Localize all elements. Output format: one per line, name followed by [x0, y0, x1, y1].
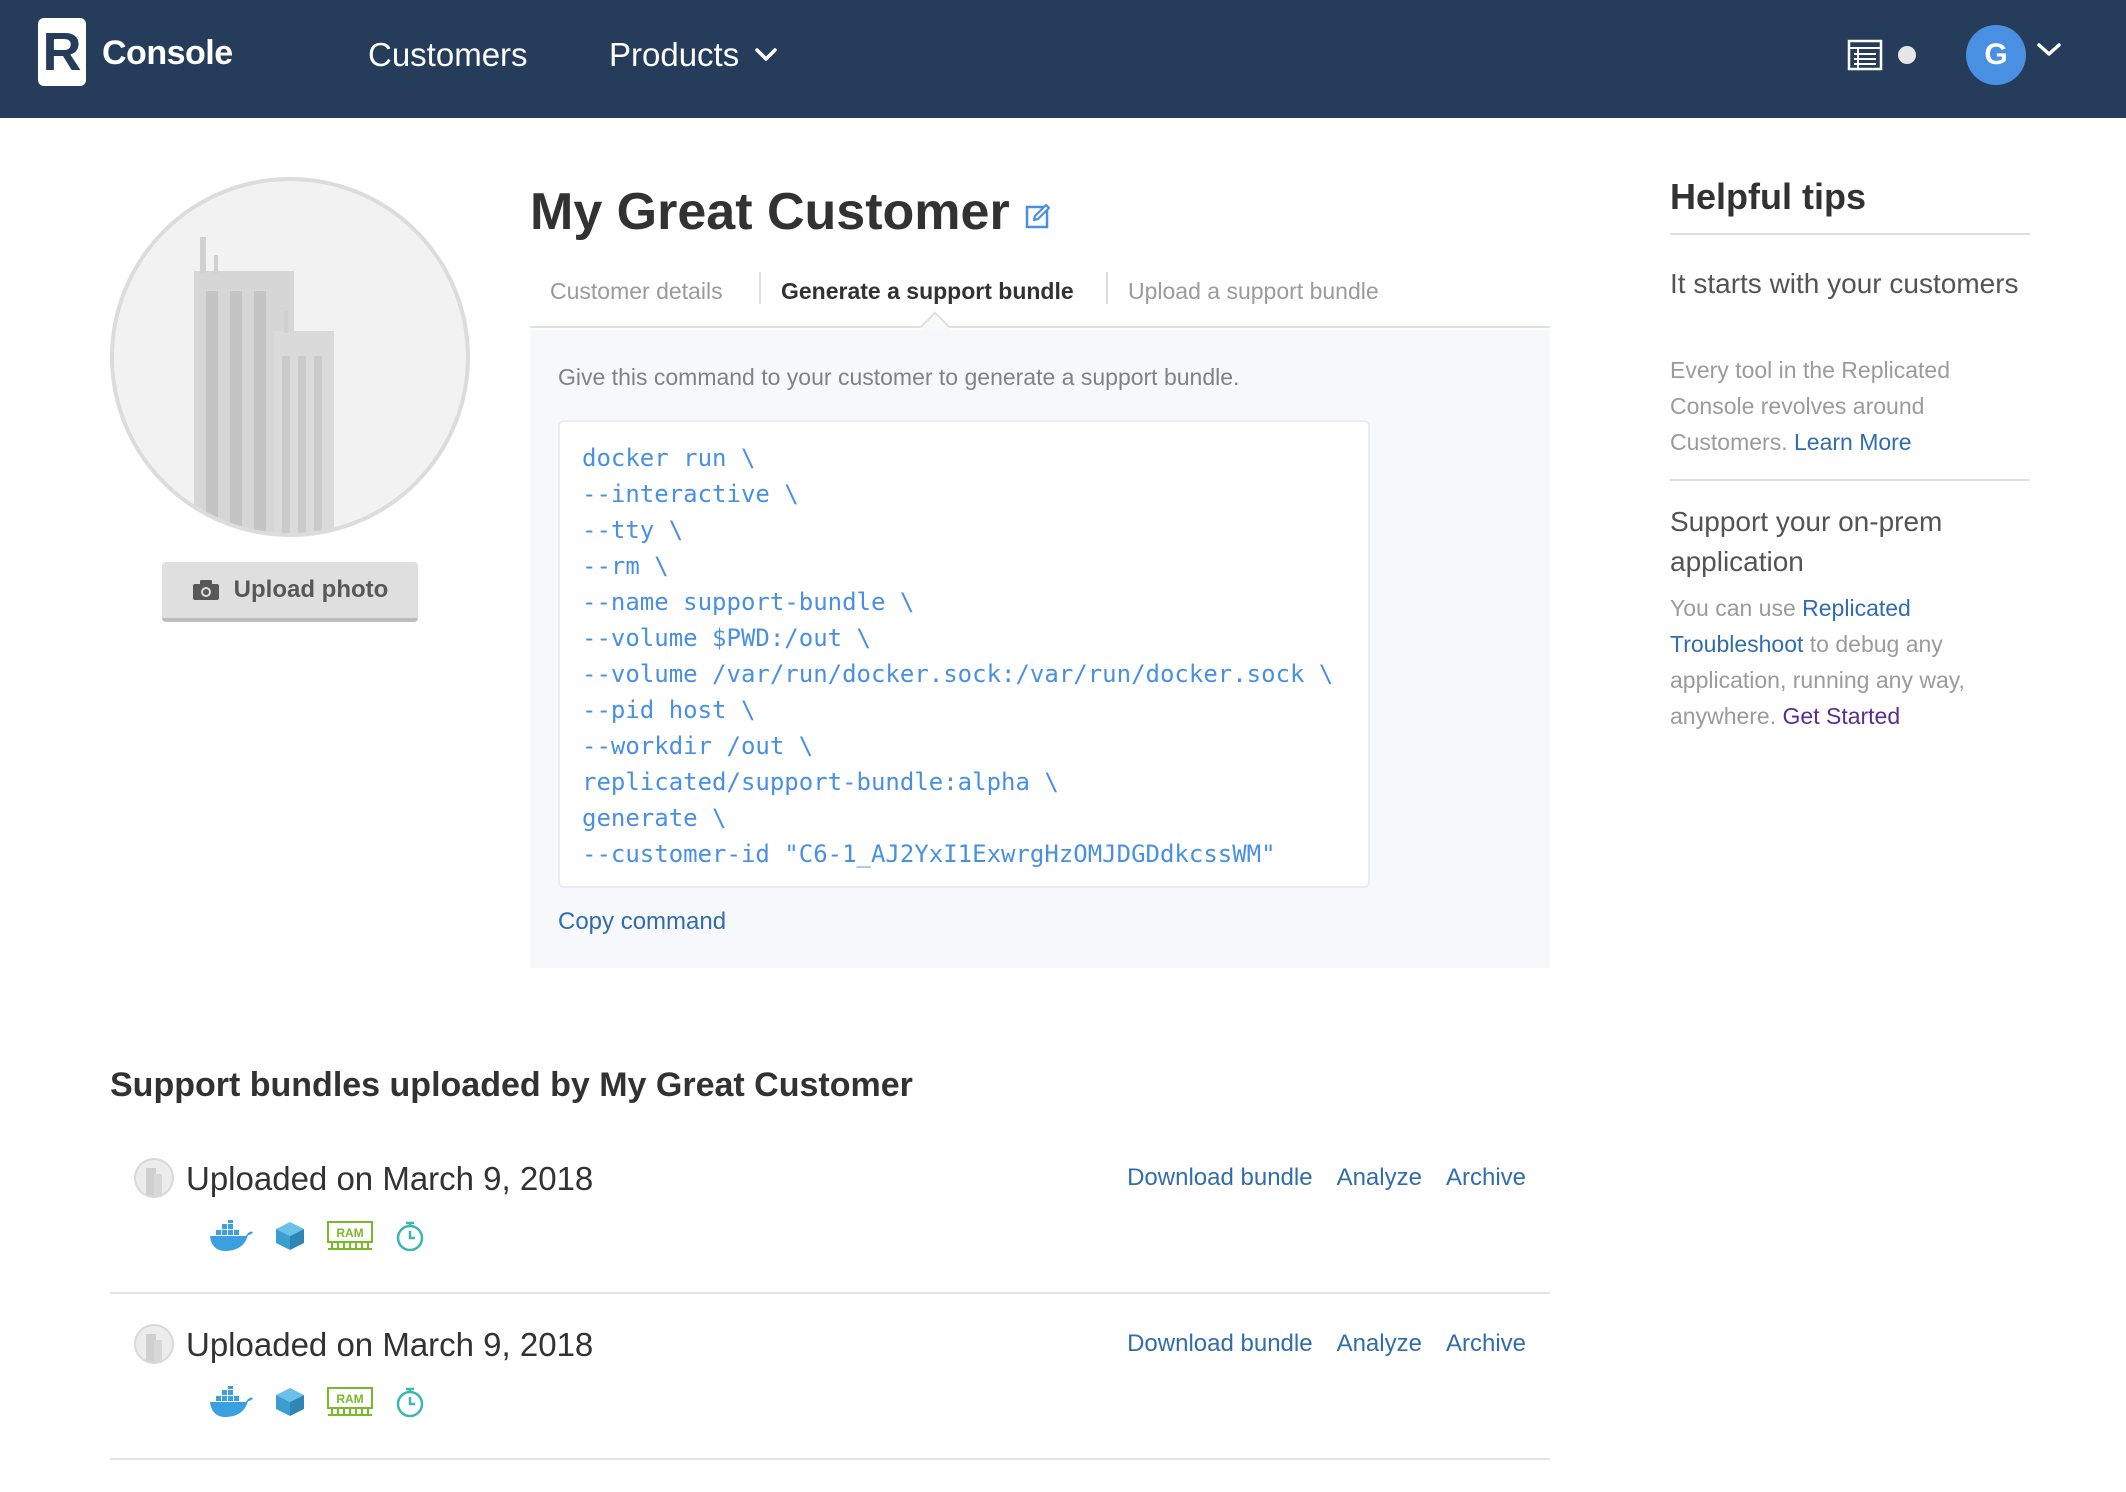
panel-instructions: Give this command to your customer to ge… — [558, 364, 1240, 390]
download-bundle-link[interactable]: Download bundle — [1127, 1164, 1312, 1192]
bundle-collector-icons: RAM — [208, 1386, 426, 1418]
divider — [1670, 233, 2030, 235]
tip-body: Every tool in the Replicated Console rev… — [1670, 352, 2030, 460]
tip-body: You can use Replicated Troubleshoot to d… — [1670, 590, 2040, 734]
cube-icon — [276, 1388, 304, 1416]
copy-command-link[interactable]: Copy command — [558, 908, 726, 936]
building-placeholder-icon — [194, 237, 334, 533]
bundle-title: Uploaded on March 9, 2018 — [186, 1326, 594, 1363]
nav-customers[interactable]: Customers — [368, 36, 528, 74]
divider — [1670, 479, 2030, 481]
code-line: generate \ — [582, 804, 727, 832]
code-line: replicated/support-bundle:alpha \ — [582, 768, 1059, 796]
account-menu-chevron-icon[interactable] — [2036, 42, 2062, 58]
bundles-heading: Support bundles uploaded by My Great Cus… — [110, 1066, 913, 1104]
analyze-link[interactable]: Analyze — [1337, 1164, 1422, 1192]
user-avatar[interactable]: G — [1966, 25, 2026, 85]
tips-heading: Helpful tips — [1670, 176, 1866, 217]
replicated-logo[interactable]: R — [38, 18, 86, 86]
customer-photo — [110, 177, 470, 537]
tip-body-text: You can use — [1670, 595, 1796, 621]
building-thumbnail-icon — [146, 1334, 162, 1362]
get-started-link[interactable]: Get Started — [1783, 703, 1901, 729]
code-line: --tty \ — [582, 516, 684, 544]
bundle-title: Uploaded on March 9, 2018 — [186, 1160, 594, 1197]
upload-photo-label: Upload photo — [233, 576, 389, 603]
code-line: --customer-id "C6-1_AJ2YxI1ExwrgHzOMJDGD… — [582, 840, 1276, 868]
chevron-down-icon — [755, 48, 777, 61]
archive-link[interactable]: Archive — [1446, 1164, 1526, 1192]
docker-icon — [210, 1386, 253, 1417]
customer-header: My Great Customer — [530, 182, 1052, 242]
tab-customer-details[interactable]: Customer details — [550, 278, 723, 305]
tip-title: Support your on-prem application — [1670, 506, 1943, 577]
bundle-thumbnail — [134, 1324, 174, 1364]
building-thumbnail-icon — [146, 1168, 162, 1196]
code-line: --interactive \ — [582, 480, 799, 508]
camera-icon — [192, 580, 219, 600]
code-line: --rm \ — [582, 552, 669, 580]
docker-icon — [210, 1220, 253, 1251]
tab-divider — [759, 272, 761, 304]
code-line: --workdir /out \ — [582, 732, 814, 760]
ram-icon-label: RAM — [336, 1392, 363, 1406]
code-line: --pid host \ — [582, 696, 756, 724]
bundle-row: Uploaded on March 9, 2018 Download bundl… — [110, 1126, 1550, 1294]
tab-upload-support-bundle[interactable]: Upload a support bundle — [1128, 278, 1379, 305]
bundle-collector-icons: RAM — [208, 1220, 426, 1252]
brand-name[interactable]: Console — [102, 34, 233, 73]
tab-generate-support-bundle[interactable]: Generate a support bundle — [781, 278, 1074, 305]
bundle-thumbnail — [134, 1158, 174, 1198]
archive-link[interactable]: Archive — [1446, 1330, 1526, 1358]
logo-letter: R — [42, 22, 82, 82]
ram-icon-label: RAM — [336, 1226, 363, 1240]
timer-icon — [396, 1221, 424, 1252]
timer-icon — [396, 1387, 424, 1418]
edit-icon[interactable] — [1024, 202, 1052, 230]
bundle-row: Uploaded on March 9, 2018 Download bundl… — [110, 1292, 1550, 1460]
nav-products-label: Products — [609, 36, 740, 73]
top-navigation-bar: R Console Customers Products G — [0, 0, 2126, 118]
notifications-icon[interactable] — [1846, 38, 1884, 72]
bundle-actions: Download bundle Analyze Archive — [1127, 1164, 1526, 1192]
generate-bundle-panel: Give this command to your customer to ge… — [530, 330, 1550, 968]
code-line: --volume $PWD:/out \ — [582, 624, 871, 652]
bundle-actions: Download bundle Analyze Archive — [1127, 1330, 1526, 1358]
ram-icon: RAM — [327, 1221, 373, 1250]
upload-photo-button[interactable]: Upload photo — [162, 562, 418, 622]
code-line: --volume /var/run/docker.sock:/var/run/d… — [582, 660, 1334, 688]
command-code-block[interactable]: docker run \ --interactive \ --tty \ --r… — [558, 420, 1370, 888]
nav-products[interactable]: Products — [609, 36, 777, 74]
learn-more-link[interactable]: Learn More — [1794, 429, 1912, 455]
customer-tabs: Customer details Generate a support bund… — [530, 272, 1550, 343]
download-bundle-link[interactable]: Download bundle — [1127, 1330, 1312, 1358]
ram-icon: RAM — [327, 1387, 373, 1416]
tip-title: It starts with your customers — [1670, 268, 2019, 299]
code-line: docker run \ — [582, 444, 756, 472]
tab-divider — [1106, 272, 1108, 304]
page-title: My Great Customer — [530, 183, 1010, 241]
notification-status-dot — [1898, 46, 1916, 64]
cube-icon — [276, 1222, 304, 1250]
analyze-link[interactable]: Analyze — [1337, 1330, 1422, 1358]
code-line: --name support-bundle \ — [582, 588, 915, 616]
